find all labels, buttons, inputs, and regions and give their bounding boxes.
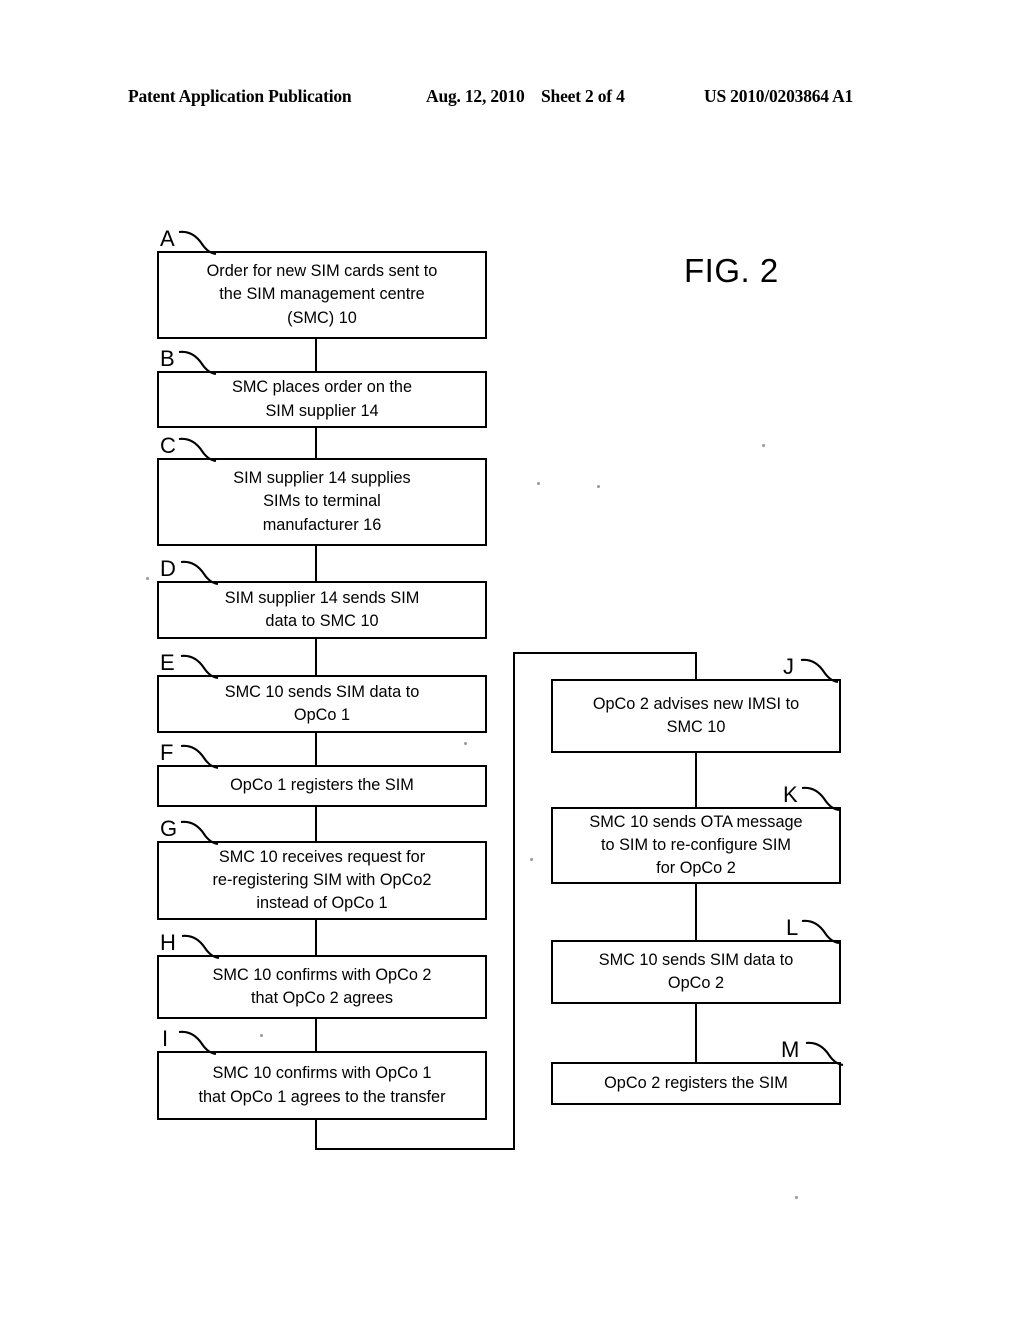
step-leader-a-icon [178,230,217,256]
header-date-text: Aug. 12, 2010 [426,86,525,106]
flow-box-g-text: SMC 10 receives request for re-registeri… [212,847,432,913]
flow-box-g: SMC 10 receives request for re-registeri… [157,841,487,920]
flow-box-f-text: OpCo 1 registers the SIM [230,776,414,795]
connector-k-to-l [695,884,698,940]
header-sheet-text: Sheet 2 of 4 [541,86,625,106]
patent-figure-page: Patent Application Publication Aug. 12, … [0,0,1024,1320]
connector-l-to-m [695,1004,698,1062]
page-header: Patent Application Publication Aug. 12, … [128,86,888,112]
connector-i-to-j-segment-right [315,1148,515,1151]
connector-b-to-c [315,428,318,458]
flow-box-c-text: SIM supplier 14 supplies SIMs to termina… [233,469,411,534]
figure-title: FIG. 2 [684,252,779,289]
flow-box-i-text: SMC 10 confirms with OpCo 1 that OpCo 1 … [198,1064,446,1106]
scan-speck [530,858,533,861]
step-leader-h-icon [181,934,220,960]
step-label-m: M [781,1037,800,1062]
flow-box-c: SIM supplier 14 supplies SIMs to termina… [157,458,487,546]
connector-h-to-i [315,1019,318,1051]
connector-e-to-f [315,733,318,765]
scan-speck [795,1196,798,1199]
flow-box-d: SIM supplier 14 sends SIM data to SMC 10 [157,581,487,639]
step-leader-i-icon [178,1030,217,1056]
step-leader-l-icon [801,919,840,945]
connector-i-to-j-segment-top [513,652,697,655]
flow-box-e-text: SMC 10 sends SIM data to OpCo 1 [224,682,420,724]
step-leader-c-icon [178,437,217,463]
step-leader-j-icon [800,658,839,684]
flow-box-k-text: SMC 10 sends OTA message to SIM to re-co… [589,812,803,878]
flow-box-m: OpCo 2 registers the SIM [551,1062,841,1105]
step-leader-g-icon [180,820,219,846]
flow-box-k: SMC 10 sends OTA message to SIM to re-co… [551,807,841,884]
flow-box-h-text: SMC 10 confirms with OpCo 2 that OpCo 2 … [212,965,432,1007]
connector-i-to-j-segment-down [315,1120,318,1150]
connector-d-to-e [315,639,318,675]
step-label-e: E [160,650,175,675]
scan-speck [260,1034,263,1037]
step-label-k: K [783,782,798,807]
connector-c-to-d [315,546,318,581]
step-label-c: C [160,433,176,458]
flow-box-a-text: Order for new SIM cards sent to the SIM … [206,262,438,327]
step-leader-d-icon [180,560,219,586]
scan-speck [762,444,765,447]
step-label-j: J [783,654,794,679]
connector-j-to-k [695,753,698,807]
connector-g-to-h [315,920,318,955]
scan-speck [537,482,540,485]
flow-box-l-text: SMC 10 sends SIM data to OpCo 2 [598,950,794,992]
step-label-h: H [160,930,176,955]
flow-box-b-text: SMC places order on the SIM supplier 14 [231,378,413,420]
connector-a-to-b [315,339,318,371]
step-leader-b-icon [178,350,217,376]
flow-box-i: SMC 10 confirms with OpCo 1 that OpCo 1 … [157,1051,487,1120]
flow-box-h: SMC 10 confirms with OpCo 2 that OpCo 2 … [157,955,487,1019]
flow-box-e: SMC 10 sends SIM data to OpCo 1 [157,675,487,733]
step-label-i: I [162,1026,169,1051]
step-leader-e-icon [180,654,219,680]
step-label-d: D [160,556,176,581]
scan-speck [464,742,467,745]
step-label-a: A [160,226,175,251]
connector-i-to-j-segment-enter [695,652,698,681]
step-label-b: B [160,346,175,371]
flow-box-j-text: OpCo 2 advises new IMSI to SMC 10 [592,694,800,736]
step-leader-m-icon [805,1041,844,1067]
step-label-l: L [786,915,799,940]
step-leader-k-icon [801,786,840,812]
flow-box-f: OpCo 1 registers the SIM [157,765,487,807]
step-leader-f-icon [180,744,219,770]
flow-box-a: Order for new SIM cards sent to the SIM … [157,251,487,339]
header-patent-number: US 2010/0203864 A1 [704,86,854,106]
connector-f-to-g [315,807,318,841]
flow-box-l: SMC 10 sends SIM data to OpCo 2 [551,940,841,1004]
flow-box-b: SMC places order on the SIM supplier 14 [157,371,487,428]
flow-box-d-text: SIM supplier 14 sends SIM data to SMC 10 [224,588,420,630]
step-label-f: F [160,740,174,765]
header-publication-text: Patent Application Publication [128,86,352,106]
connector-i-to-j-segment-up [513,652,516,1150]
flow-box-j: OpCo 2 advises new IMSI to SMC 10 [551,679,841,753]
scan-speck [597,485,600,488]
step-label-g: G [160,816,178,841]
flow-box-m-text: OpCo 2 registers the SIM [604,1073,788,1092]
scan-speck [146,577,149,580]
